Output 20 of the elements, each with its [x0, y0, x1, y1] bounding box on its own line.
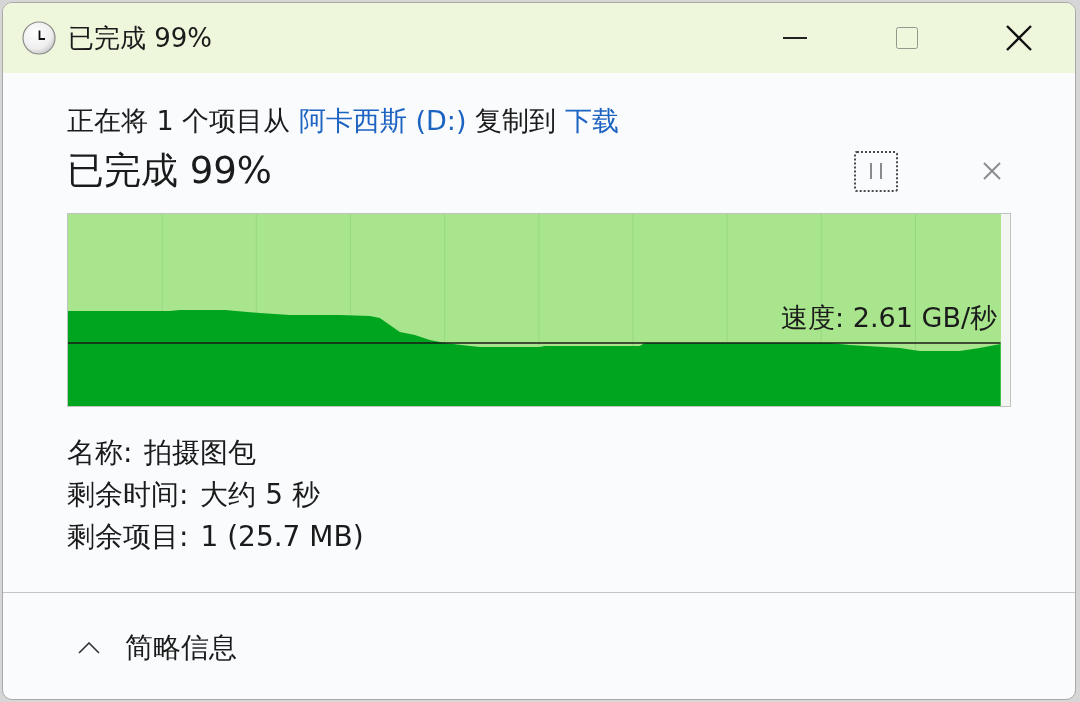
- detail-value: 大约 5 秒: [200, 477, 321, 513]
- copy-description: 正在将 1 个项目从 阿卡西斯 (D:) 复制到 下载: [67, 104, 620, 138]
- pause-icon: [870, 163, 882, 179]
- maximize-icon: [896, 27, 918, 49]
- minimize-icon: [783, 37, 807, 39]
- details-toggle[interactable]: 简略信息: [67, 628, 247, 668]
- detail-label: 剩余项目:: [67, 519, 189, 555]
- detail-value: 1 (25.7 MB): [200, 519, 364, 555]
- close-icon: [983, 162, 1001, 180]
- clock-icon: [22, 21, 56, 55]
- location-link[interactable]: 下载: [564, 105, 619, 136]
- progress-heading: 已完成 99%: [67, 149, 273, 193]
- location-link[interactable]: 阿卡西斯 (D:): [298, 105, 467, 136]
- window-title: 已完成 99%: [68, 21, 214, 55]
- speed-label: 速度: 2.61 GB/秒: [781, 301, 997, 335]
- detail-label: 剩余时间:: [67, 477, 189, 513]
- close-icon: [1006, 25, 1032, 51]
- detail-value: 拍摄图包: [144, 435, 257, 471]
- pause-button[interactable]: [854, 150, 898, 192]
- detail-label: 名称:: [67, 435, 133, 471]
